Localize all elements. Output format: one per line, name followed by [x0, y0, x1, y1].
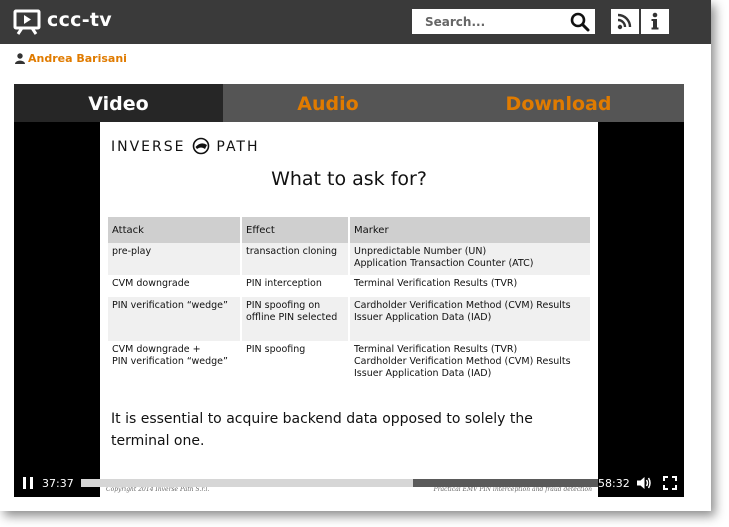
pause-icon[interactable]	[22, 476, 34, 490]
info-button[interactable]	[641, 9, 669, 34]
table-row: PIN verification “wedge” PIN spoofing on…	[108, 297, 592, 341]
table-cell: Cardholder Verification Method (CVM) Res…	[350, 297, 592, 341]
brand-right: PATH	[216, 139, 260, 155]
author-link[interactable]: Andrea Barisani	[15, 52, 127, 65]
table-row: CVM downgrade PIN interception Terminal …	[108, 275, 592, 297]
author-name: Andrea Barisani	[28, 52, 127, 65]
slide-title: What to ask for?	[271, 168, 427, 190]
info-icon	[651, 12, 659, 30]
brand-left: INVERSE	[111, 139, 186, 155]
table-row: CVM downgrade + PIN verification “wedge”…	[108, 341, 592, 389]
table-cell: transaction cloning	[242, 243, 350, 275]
slide-table: Attack Effect Marker pre-play transactio…	[108, 217, 592, 389]
table-cell: PIN interception	[242, 275, 350, 297]
search-icon[interactable]	[570, 12, 590, 32]
table-cell: PIN spoofing	[242, 341, 350, 389]
time-total: 58:32	[598, 477, 630, 490]
table-cell: Terminal Verification Results (TVR)	[350, 275, 592, 297]
progress-bar[interactable]	[81, 479, 598, 487]
slide-brand-logo: INVERSE PATH	[111, 137, 260, 155]
rss-icon	[617, 13, 632, 30]
search-box	[412, 9, 595, 34]
table-cell: CVM downgrade	[108, 275, 242, 297]
table-row: pre-play transaction cloning Unpredictab…	[108, 243, 592, 275]
table-cell: PIN verification “wedge”	[108, 297, 242, 341]
fullscreen-icon[interactable]	[663, 476, 677, 490]
player-controls: 37:37 58:32	[14, 469, 684, 497]
progress-fill	[81, 479, 414, 487]
video-player[interactable]: INVERSE PATH What to ask for? Attack Eff…	[14, 122, 684, 497]
top-bar: ccc-tv	[0, 0, 711, 44]
tab-audio[interactable]: Audio	[223, 84, 433, 122]
volume-icon[interactable]	[636, 475, 652, 491]
table-cell: Unpredictable Number (UN) Application Tr…	[350, 243, 592, 275]
video-frame-slide: INVERSE PATH What to ask for? Attack Eff…	[100, 122, 598, 497]
tab-download[interactable]: Download	[433, 84, 684, 122]
table-cell: PIN spoofing on offline PIN selected	[242, 297, 350, 341]
inverse-path-logo-icon	[192, 137, 210, 155]
table-header-marker: Marker	[350, 217, 592, 243]
time-elapsed: 37:37	[42, 477, 74, 490]
search-input[interactable]	[412, 9, 575, 34]
tv-play-icon[interactable]	[13, 9, 41, 35]
rss-button[interactable]	[611, 9, 639, 34]
tab-video[interactable]: Video	[14, 84, 223, 122]
table-cell: CVM downgrade + PIN verification “wedge”	[108, 341, 242, 389]
app-window: ccc-tv A	[0, 0, 711, 511]
media-tabs: Video Audio Download	[14, 84, 684, 122]
table-cell: pre-play	[108, 243, 242, 275]
table-cell: Terminal Verification Results (TVR) Card…	[350, 341, 592, 389]
slide-body-text: It is essential to acquire backend data …	[111, 411, 533, 449]
table-header-effect: Effect	[242, 217, 350, 243]
site-title[interactable]: ccc-tv	[47, 9, 112, 31]
user-icon	[15, 53, 25, 64]
table-header-attack: Attack	[108, 217, 242, 243]
